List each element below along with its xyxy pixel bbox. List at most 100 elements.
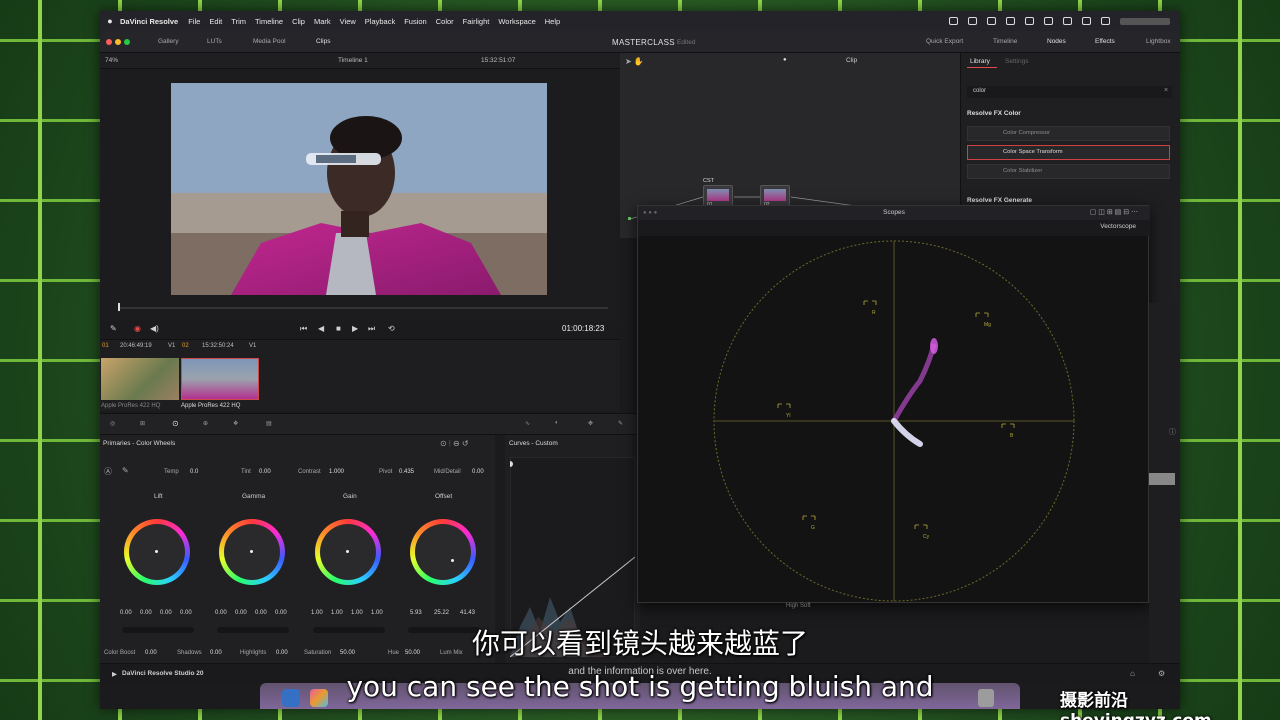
- scrub-bar[interactable]: [118, 307, 608, 309]
- highlight-icon[interactable]: ◉: [134, 324, 141, 333]
- gain-value-b[interactable]: 1.00: [371, 610, 383, 616]
- camera-raw-icon[interactable]: ◎: [110, 420, 115, 427]
- battery-icon[interactable]: [1044, 17, 1053, 25]
- clear-search-icon[interactable]: ×: [1164, 87, 1168, 94]
- tracker-icon[interactable]: ✥: [588, 420, 593, 427]
- menu-trim[interactable]: Trim: [231, 17, 246, 26]
- lift-value-b[interactable]: 0.00: [180, 610, 192, 616]
- lift-wheel[interactable]: [124, 519, 190, 585]
- eyedropper-icon[interactable]: ✎: [110, 324, 117, 333]
- offset-value-r[interactable]: 5.93: [410, 610, 422, 616]
- timeline-selector[interactable]: Timeline 1: [338, 57, 368, 64]
- menu-mark[interactable]: Mark: [314, 17, 331, 26]
- playhead[interactable]: [118, 303, 120, 311]
- curves-icon[interactable]: ∿: [525, 420, 530, 427]
- gamma-wheel[interactable]: [219, 519, 285, 585]
- qualifier-icon[interactable]: ◐: [555, 420, 559, 426]
- menu-fairlight[interactable]: Fairlight: [463, 17, 490, 26]
- lift-value-r[interactable]: 0.00: [140, 610, 152, 616]
- temp-value[interactable]: 0.0: [190, 469, 198, 475]
- gain-value-y[interactable]: 1.00: [311, 610, 323, 616]
- wifi-icon[interactable]: [1063, 17, 1072, 25]
- gamma-value-b[interactable]: 0.00: [275, 610, 287, 616]
- first-frame-icon[interactable]: ⏮: [300, 324, 307, 334]
- menu-playback[interactable]: Playback: [365, 17, 395, 26]
- menu-workspace[interactable]: Workspace: [498, 17, 535, 26]
- zoom-window-button[interactable]: [124, 39, 130, 45]
- apple-icon[interactable]: ●: [100, 16, 120, 26]
- cloud-icon[interactable]: [968, 17, 977, 25]
- quick-export-button[interactable]: Quick Export: [926, 38, 963, 45]
- reverse-play-icon[interactable]: ◀: [318, 324, 324, 333]
- clips-button[interactable]: Clips: [316, 38, 330, 45]
- offset-wheel[interactable]: [410, 519, 476, 585]
- last-frame-icon[interactable]: ⏭: [368, 324, 375, 334]
- gallery-button[interactable]: Gallery: [158, 38, 179, 45]
- primaries-options-icon[interactable]: ⊙ ⦙ ⊖ ↺: [440, 439, 469, 449]
- magic-mask-icon[interactable]: ✎: [618, 420, 623, 427]
- lift-value-g[interactable]: 0.00: [160, 610, 172, 616]
- auto-balance-icon[interactable]: Ⓐ: [104, 466, 112, 477]
- offset-value-b[interactable]: 41.43: [460, 610, 475, 616]
- menu-color[interactable]: Color: [436, 17, 454, 26]
- gamma-value-g[interactable]: 0.00: [255, 610, 267, 616]
- gamma-value-r[interactable]: 0.00: [235, 610, 247, 616]
- luts-button[interactable]: LUTs: [207, 38, 222, 45]
- fx-color-compressor[interactable]: Color Compressor: [967, 126, 1170, 141]
- gain-wheel[interactable]: [315, 519, 381, 585]
- color-wheels-icon[interactable]: ⊙: [172, 419, 179, 428]
- tint-value[interactable]: 0.00: [259, 469, 271, 475]
- search-icon[interactable]: [1082, 17, 1091, 25]
- middetail-value[interactable]: 0.00: [472, 469, 484, 475]
- hdr-icon[interactable]: ⊕: [203, 420, 208, 427]
- close-window-button[interactable]: [106, 39, 112, 45]
- menu-edit[interactable]: Edit: [209, 17, 222, 26]
- scopes-window-controls[interactable]: ● ● ●: [643, 210, 657, 216]
- contrast-value[interactable]: 1.000: [329, 469, 344, 475]
- menu-app-name[interactable]: DaVinci Resolve: [120, 17, 178, 26]
- gamma-value-y[interactable]: 0.00: [215, 610, 227, 616]
- menu-fusion[interactable]: Fusion: [404, 17, 427, 26]
- section-resolve-fx-color[interactable]: Resolve FX Color: [967, 110, 1021, 117]
- nodes-button[interactable]: Nodes: [1047, 38, 1066, 45]
- tab-library[interactable]: Library: [970, 58, 990, 65]
- search-field[interactable]: color ×: [967, 86, 1172, 98]
- effects-button[interactable]: Effects: [1095, 38, 1115, 45]
- menu-file[interactable]: File: [188, 17, 200, 26]
- scope-type-selector[interactable]: Vectorscope: [1100, 223, 1136, 230]
- fx-color-stabilizer[interactable]: Color Stabilizer: [967, 164, 1170, 179]
- stop-icon[interactable]: ■: [336, 324, 341, 333]
- offset-value-g[interactable]: 25.22: [434, 610, 449, 616]
- picker-icon[interactable]: ✎: [122, 466, 129, 475]
- rgb-mixer-icon[interactable]: ❖: [233, 420, 238, 427]
- info-icon[interactable]: ⓘ: [1169, 427, 1176, 437]
- menu-clip[interactable]: Clip: [292, 17, 305, 26]
- lift-value-y[interactable]: 0.00: [120, 610, 132, 616]
- section-resolve-fx-generate[interactable]: Resolve FX Generate: [967, 197, 1032, 204]
- minimize-window-button[interactable]: [115, 39, 121, 45]
- media-pool-button[interactable]: Media Pool: [253, 38, 286, 45]
- control-center-icon[interactable]: [1101, 17, 1110, 25]
- play-icon[interactable]: ▶: [352, 324, 358, 333]
- motion-effects-icon[interactable]: ▤: [266, 420, 272, 427]
- keyboard-icon[interactable]: [1025, 17, 1034, 25]
- clip2-thumbnail[interactable]: [181, 358, 259, 400]
- sync-icon[interactable]: [987, 17, 996, 25]
- gain-value-g[interactable]: 1.00: [351, 610, 363, 616]
- loop-icon[interactable]: ⟲: [388, 324, 395, 333]
- zoom-level[interactable]: 74%: [105, 57, 118, 64]
- record-icon[interactable]: [949, 17, 958, 25]
- lightbox-button[interactable]: Lightbox: [1146, 38, 1171, 45]
- menu-view[interactable]: View: [340, 17, 356, 26]
- scope-layout-icons[interactable]: ▢ ◫ ⊞ ▤ ⊟ ⋯: [1090, 208, 1138, 216]
- menu-help[interactable]: Help: [545, 17, 560, 26]
- timeline-button[interactable]: Timeline: [993, 38, 1017, 45]
- gain-value-r[interactable]: 1.00: [331, 610, 343, 616]
- menu-timeline[interactable]: Timeline: [255, 17, 283, 26]
- fx-color-space-transform[interactable]: Color Space Transform: [967, 145, 1170, 160]
- clip1-thumbnail[interactable]: [101, 358, 179, 400]
- color-match-icon[interactable]: ⊞: [140, 420, 145, 427]
- viewer[interactable]: [100, 69, 620, 321]
- volume-icon[interactable]: ◀): [150, 324, 159, 333]
- screen-icon[interactable]: [1006, 17, 1015, 25]
